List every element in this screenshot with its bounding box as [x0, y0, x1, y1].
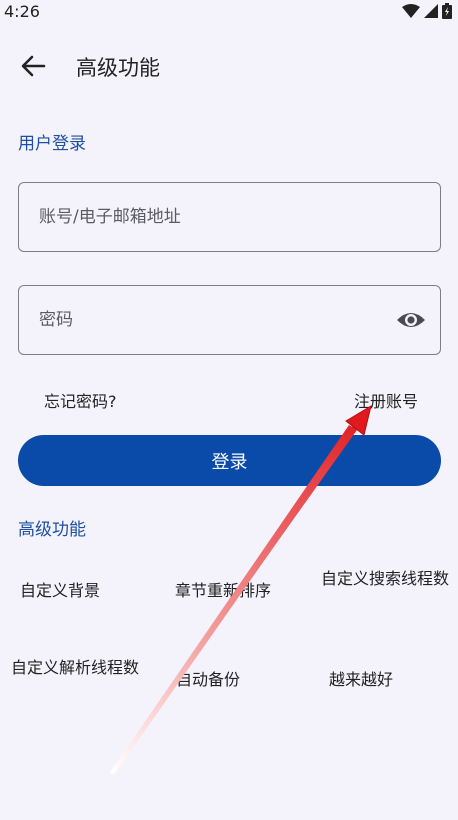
feature-parse-threads[interactable]: 自定义解析线程数 — [10, 656, 140, 680]
arrow-left-icon[interactable] — [20, 53, 46, 79]
feature-chapter-reorder[interactable]: 章节重新排序 — [158, 579, 288, 603]
features-section-title: 高级功能 — [18, 520, 86, 540]
password-field[interactable] — [18, 285, 441, 355]
login-section-title: 用户登录 — [18, 134, 86, 154]
status-time: 4:26 — [4, 1, 40, 21]
account-input[interactable] — [19, 183, 440, 251]
signal-icon — [424, 4, 438, 18]
battery-icon — [442, 3, 452, 19]
eye-icon[interactable] — [396, 308, 426, 332]
wifi-icon — [402, 4, 420, 18]
status-icons — [402, 3, 452, 19]
status-bar: 4:26 — [0, 0, 458, 22]
feature-auto-backup[interactable]: 自动备份 — [143, 668, 273, 692]
password-input[interactable] — [19, 286, 440, 354]
login-button[interactable]: 登录 — [18, 435, 441, 486]
feature-getting-better[interactable]: 越来越好 — [296, 668, 426, 692]
app-bar: 高级功能 — [0, 40, 458, 92]
feature-custom-background[interactable]: 自定义背景 — [0, 579, 125, 603]
feature-search-threads[interactable]: 自定义搜索线程数 — [320, 567, 450, 591]
account-field[interactable] — [18, 182, 441, 252]
forgot-password-link[interactable]: 忘记密码? — [44, 388, 117, 412]
page-title: 高级功能 — [76, 56, 160, 80]
register-link[interactable]: 注册账号 — [354, 388, 418, 412]
